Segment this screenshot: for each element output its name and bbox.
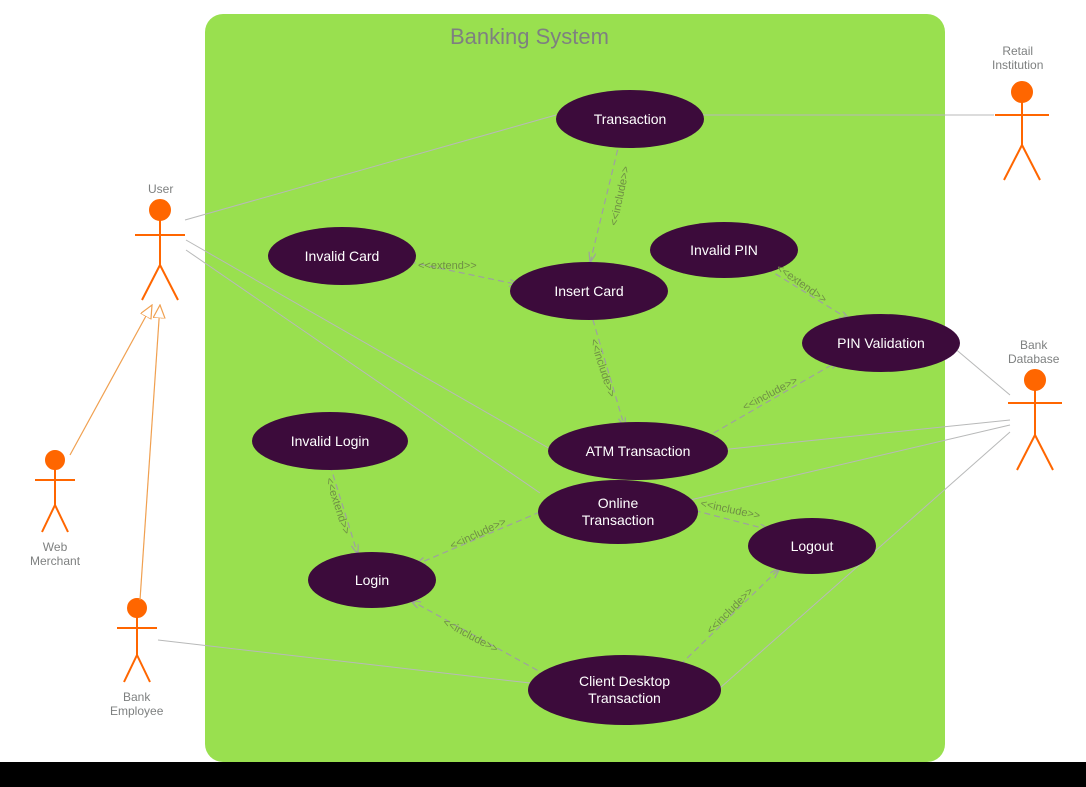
- usecase-invalid-login: Invalid Login: [252, 412, 408, 470]
- usecase-transaction: Transaction: [556, 90, 704, 148]
- usecase-online-transaction: Online Transaction: [538, 480, 698, 544]
- usecase-insert-card: Insert Card: [510, 262, 668, 320]
- actor-user-label: User: [148, 182, 173, 196]
- gen-bankemployee-user: [140, 305, 160, 600]
- usecase-client-desktop: Client Desktop Transaction: [528, 655, 721, 725]
- actor-bank-employee: [117, 599, 157, 682]
- actor-bank-database-label: Bank Database: [1008, 338, 1059, 367]
- actor-user: [135, 200, 185, 300]
- lbl-extend-1: <<extend>>: [418, 260, 477, 272]
- usecase-pin-validation: PIN Validation: [802, 314, 960, 372]
- actor-bank-database: [1008, 370, 1062, 470]
- system-title: Banking System: [450, 24, 609, 50]
- usecase-invalid-card: Invalid Card: [268, 227, 416, 285]
- usecase-login: Login: [308, 552, 436, 608]
- actor-retail-institution-label: Retail Institution: [992, 44, 1043, 73]
- actor-web-merchant-label: Web Merchant: [30, 540, 80, 569]
- diagram-canvas: Banking System: [0, 0, 1086, 787]
- usecase-atm-transaction: ATM Transaction: [548, 422, 728, 480]
- usecase-logout: Logout: [748, 518, 876, 574]
- actor-web-merchant: [35, 451, 75, 532]
- actor-bank-employee-label: Bank Employee: [110, 690, 163, 719]
- actor-retail-institution: [995, 82, 1049, 180]
- bottom-bar: [0, 762, 1086, 787]
- gen-webmerchant-user: [70, 305, 152, 455]
